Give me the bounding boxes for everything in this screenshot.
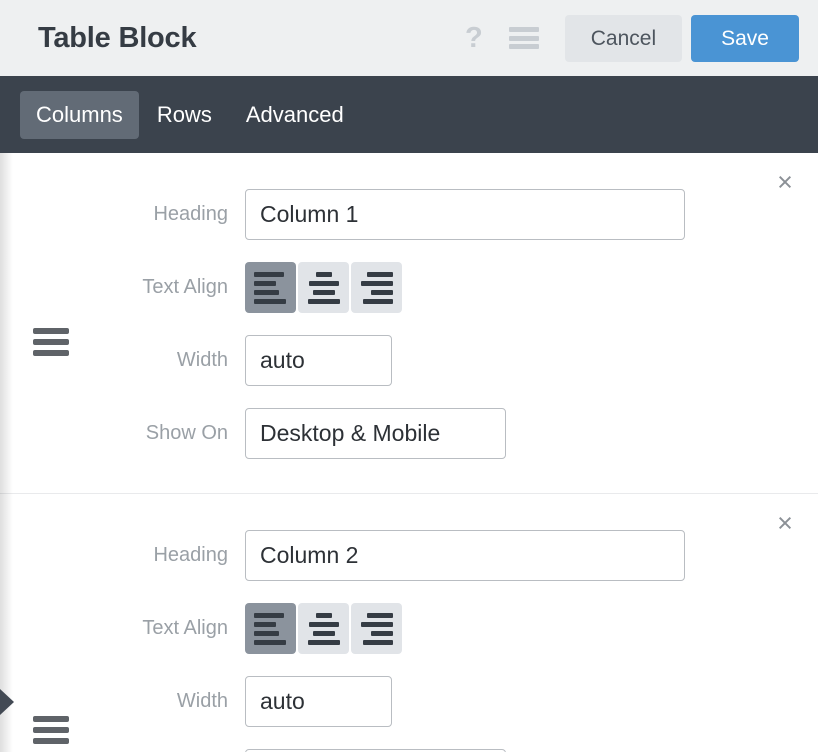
text-align-field-row-2: Text Align — [0, 603, 818, 654]
show-on-label: Show On — [145, 422, 228, 444]
align-bar — [315, 612, 332, 618]
tab-advanced[interactable]: Advanced — [230, 91, 360, 139]
align-bar — [371, 630, 393, 636]
column-2-fields: Heading Text Align — [0, 530, 818, 752]
cancel-button[interactable]: Cancel — [564, 14, 683, 62]
tab-rows[interactable]: Rows — [141, 91, 228, 139]
align-bar — [254, 621, 276, 627]
table-block-editor: Table Block ? Cancel Save Columns Rows A… — [0, 0, 818, 752]
align-left-button-2[interactable] — [245, 603, 296, 654]
align-right-button-1[interactable] — [351, 262, 402, 313]
align-bar — [312, 289, 335, 295]
close-icon[interactable]: × — [770, 508, 800, 538]
align-center-button-1[interactable] — [298, 262, 349, 313]
close-icon[interactable]: × — [770, 167, 800, 197]
width-field-row-2: Width — [0, 676, 818, 727]
align-bar — [371, 289, 393, 295]
column-settings-1: × Heading Text Align — [0, 153, 818, 493]
heading-input-1[interactable] — [245, 189, 685, 240]
align-bar — [361, 280, 393, 286]
align-center-button-2[interactable] — [298, 603, 349, 654]
hamburger-bar — [508, 27, 539, 32]
align-bar — [254, 280, 276, 286]
align-bar — [308, 621, 339, 627]
hamburger-menu-icon[interactable] — [508, 27, 539, 49]
save-button[interactable]: Save — [691, 14, 799, 62]
heading-label: Heading — [153, 544, 228, 566]
show-on-field-row-1: Show On — [0, 408, 818, 459]
align-bar — [367, 612, 393, 618]
editor-header: Table Block ? Cancel Save — [0, 0, 818, 76]
tab-columns[interactable]: Columns — [20, 90, 139, 139]
align-bar — [367, 271, 393, 277]
heading-field-row-1: Heading — [0, 189, 818, 240]
align-bar — [361, 621, 393, 627]
align-bar — [307, 639, 340, 645]
align-bar — [254, 612, 284, 618]
align-bar — [315, 271, 332, 277]
align-bar — [363, 298, 393, 304]
page-title: Table Block — [38, 21, 197, 54]
columns-panel: × Heading Text Align — [0, 153, 818, 752]
text-align-group-2 — [245, 603, 402, 654]
align-bar — [254, 639, 286, 645]
align-bar — [254, 271, 284, 277]
width-label: Width — [176, 690, 228, 712]
show-on-select-1[interactable] — [245, 408, 506, 459]
header-icon-group: ? — [465, 23, 539, 53]
column-1-fields: Heading Text Align — [0, 189, 818, 459]
align-bar — [254, 298, 286, 304]
heading-label: Heading — [153, 203, 228, 225]
heading-field-row-2: Heading — [0, 530, 818, 581]
text-align-field-row-1: Text Align — [0, 262, 818, 313]
text-align-label: Text Align — [142, 276, 228, 298]
text-align-group-1 — [245, 262, 402, 313]
align-bar — [308, 280, 339, 286]
align-right-button-2[interactable] — [351, 603, 402, 654]
text-align-label: Text Align — [142, 617, 228, 639]
align-left-button-1[interactable] — [245, 262, 296, 313]
align-bar — [254, 289, 279, 295]
width-label: Width — [176, 349, 228, 371]
align-bar — [363, 639, 393, 645]
width-input-2[interactable] — [245, 676, 392, 727]
width-input-1[interactable] — [245, 335, 392, 386]
align-bar — [254, 630, 279, 636]
question-mark-icon[interactable]: ? — [465, 23, 483, 53]
hamburger-bar — [508, 44, 539, 49]
column-settings-2: × Heading Text Align — [0, 493, 818, 752]
align-bar — [307, 298, 340, 304]
panel-pointer-arrow — [0, 689, 14, 715]
align-bar — [312, 630, 335, 636]
width-field-row-1: Width — [0, 335, 818, 386]
tab-bar: Columns Rows Advanced — [0, 76, 818, 153]
hamburger-bar — [508, 35, 539, 41]
heading-input-2[interactable] — [245, 530, 685, 581]
